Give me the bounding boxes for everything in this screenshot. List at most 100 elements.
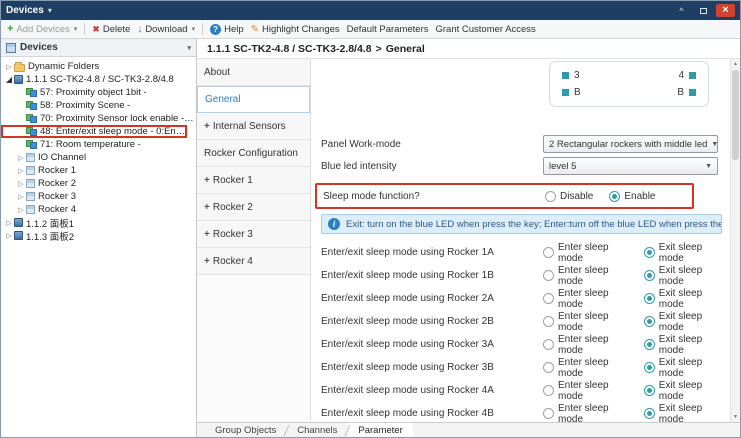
expander-expanded-icon[interactable]: ◢ [4,75,14,84]
radio-circle-icon [644,270,655,281]
panel-work-mode-select[interactable]: 2 Rectangular rockers with middle led ▼ [543,135,718,153]
radio-disable[interactable]: Disable [545,191,593,202]
window-controls: ^ × [672,4,735,17]
radio-enter-sleep-mode[interactable]: Enter sleep mode [543,380,628,402]
window-title: Devices [6,5,44,16]
select-value: level 5 [549,161,576,172]
tab-parameter[interactable]: Parameter [348,423,412,437]
scroll-up-icon[interactable]: ▲ [731,59,740,69]
scrollbar-track[interactable] [731,69,740,412]
radio-label: Enter sleep mode [558,288,628,310]
radio-exit-sleep-mode[interactable]: Exit sleep mode [644,357,722,379]
tree-item-object-58[interactable]: 58: Proximity Scene - [1,99,196,112]
vertical-scrollbar[interactable]: ▲ ▼ [730,59,740,422]
download-button[interactable]: ↓ Download [137,24,187,35]
download-label: Download [145,24,187,35]
radio-enter-sleep-mode[interactable]: Enter sleep mode [543,265,628,287]
radio-exit-sleep-mode[interactable]: Exit sleep mode [644,311,722,333]
tree-item-rocker-3[interactable]: ▷ Rocker 3 [1,190,196,203]
comm-object-icon [26,114,37,123]
close-button[interactable]: × [716,4,735,17]
diagram-label: 3 [574,70,580,81]
tree-item-rocker-2[interactable]: ▷ Rocker 2 [1,177,196,190]
radio-enter-sleep-mode[interactable]: Enter sleep mode [543,288,628,310]
scrollbar-thumb[interactable] [732,70,739,160]
panel-menu-icon[interactable]: ▾ [187,44,191,52]
radio-exit-sleep-mode[interactable]: Exit sleep mode [644,242,722,264]
radio-group: Enter sleep mode Exit sleep mode [543,265,722,287]
tree-item-device-1-1-3[interactable]: ▷ 1.1.3 面板2 [1,229,196,242]
radio-circle-icon [543,293,554,304]
section-rocker-4[interactable]: + Rocker 4 [197,248,310,275]
download-dropdown-icon[interactable]: ▾ [192,25,196,33]
param-label: Enter/exit sleep mode using Rocker 2A [321,293,543,304]
comm-object-icon [26,101,37,110]
blue-led-intensity-select[interactable]: level 5 ▼ [543,157,718,175]
add-devices-dropdown-icon[interactable]: ▾ [74,25,78,33]
tab-channels[interactable]: Channels [287,423,347,437]
radio-enter-sleep-mode[interactable]: Enter sleep mode [543,334,628,356]
scroll-down-icon[interactable]: ▼ [731,412,740,422]
section-label: Rocker Configuration [204,148,298,159]
delete-button[interactable]: ✖ Delete [92,24,130,35]
radio-enable[interactable]: Enable [609,191,655,202]
expander-collapsed-icon[interactable]: ▷ [4,219,14,227]
radio-exit-sleep-mode[interactable]: Exit sleep mode [644,265,722,287]
radio-enter-sleep-mode[interactable]: Enter sleep mode [543,403,628,423]
add-devices-button[interactable]: + Add Devices [7,23,70,35]
section-rocker-2[interactable]: + Rocker 2 [197,194,310,221]
help-button[interactable]: ? Help [210,24,244,35]
tree-item-object-48[interactable]: 48: Enter/exit sleep mode - 0:Enter, 1:E… [1,125,187,138]
section-about[interactable]: About [197,59,310,86]
radio-exit-sleep-mode[interactable]: Exit sleep mode [644,288,722,310]
radio-circle-icon [609,191,620,202]
param-label: Sleep mode function? [323,191,545,202]
restore-button[interactable] [694,4,713,17]
radio-group: Enter sleep mode Exit sleep mode [543,403,722,423]
devices-panel-icon [6,43,16,53]
tree-item-device-1-1-1[interactable]: ◢ 1.1.1 SC-TK2-4.8 / SC-TK3-2.8/4.8 [1,73,196,86]
chevron-down-icon[interactable]: ▾ [48,6,52,15]
param-label: Enter/exit sleep mode using Rocker 4B [321,408,543,419]
tree-item-dynamic-folders[interactable]: ▷ Dynamic Folders [1,60,196,73]
tab-group-objects[interactable]: Group Objects [205,423,286,437]
radio-exit-sleep-mode[interactable]: Exit sleep mode [644,403,722,423]
radio-enter-sleep-mode[interactable]: Enter sleep mode [543,311,628,333]
expander-collapsed-icon[interactable]: ▷ [16,167,26,175]
tree-item-object-71[interactable]: 71: Room temperature - [1,138,196,151]
expander-collapsed-icon[interactable]: ▷ [16,193,26,201]
tree-item-object-57[interactable]: 57: Proximity object 1bit - [1,86,196,99]
radio-group: Enter sleep mode Exit sleep mode [543,288,722,310]
section-internal-sensors[interactable]: + Internal Sensors [197,113,310,140]
section-expand-icon: + [204,175,210,186]
tree-item-rocker-4[interactable]: ▷ Rocker 4 [1,203,196,216]
tree-item-io-channel[interactable]: ▷ IO Channel [1,151,196,164]
section-rocker-3[interactable]: + Rocker 3 [197,221,310,248]
tree-item-rocker-1[interactable]: ▷ Rocker 1 [1,164,196,177]
sleep-mode-radio-group: Disable Enable [545,191,656,202]
radio-group: Enter sleep mode Exit sleep mode [543,334,722,356]
view-tabs: Group Objects Channels Parameter [197,422,740,437]
grant-customer-access-button[interactable]: Grant Customer Access [436,24,536,35]
section-general[interactable]: General [197,86,310,113]
collapse-button[interactable]: ^ [672,4,691,17]
radio-label: Enter sleep mode [558,242,628,264]
expander-collapsed-icon[interactable]: ▷ [4,63,14,71]
expander-collapsed-icon[interactable]: ▷ [16,180,26,188]
default-parameters-button[interactable]: Default Parameters [347,24,429,35]
expander-collapsed-icon[interactable]: ▷ [4,232,14,240]
radio-label: Enable [624,191,655,202]
highlight-changes-button[interactable]: ✎ Highlight Changes [251,24,340,35]
radio-label: Exit sleep mode [659,357,722,379]
section-rocker-configuration[interactable]: Rocker Configuration [197,140,310,167]
section-rocker-1[interactable]: + Rocker 1 [197,167,310,194]
tree-item-object-70[interactable]: 70: Proximity Sensor lock enable - 0:Unl… [1,112,196,125]
tree-item-device-1-1-2[interactable]: ▷ 1.1.2 面板1 [1,216,196,229]
radio-exit-sleep-mode[interactable]: Exit sleep mode [644,334,722,356]
radio-group: Enter sleep mode Exit sleep mode [543,311,722,333]
expander-collapsed-icon[interactable]: ▷ [16,206,26,214]
radio-enter-sleep-mode[interactable]: Enter sleep mode [543,242,628,264]
radio-exit-sleep-mode[interactable]: Exit sleep mode [644,380,722,402]
expander-collapsed-icon[interactable]: ▷ [16,154,26,162]
radio-enter-sleep-mode[interactable]: Enter sleep mode [543,357,628,379]
